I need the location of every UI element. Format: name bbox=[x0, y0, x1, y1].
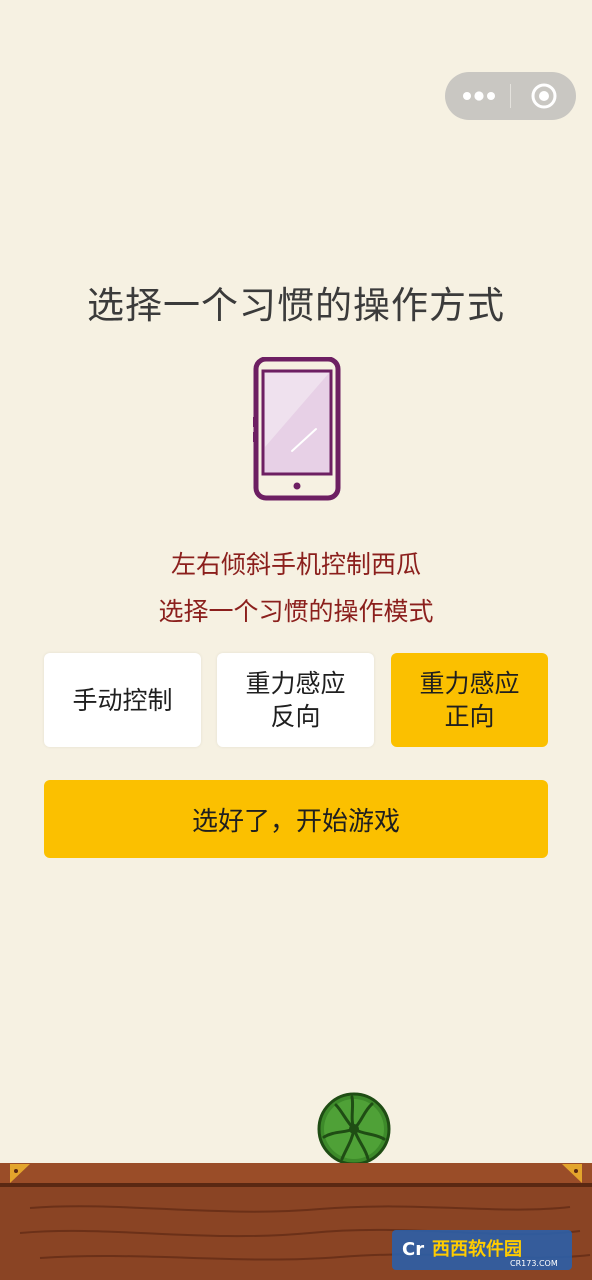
page-title: 选择一个习惯的操作方式 bbox=[87, 284, 505, 327]
phone-icon bbox=[253, 357, 341, 501]
svg-text:西西软件园: 西西软件园 bbox=[432, 1238, 522, 1260]
option-gravity-forward[interactable]: 重力感应 正向 bbox=[391, 653, 548, 747]
target-close-icon bbox=[531, 83, 557, 109]
start-game-button[interactable]: 选好了，开始游戏 bbox=[44, 780, 548, 858]
more-button[interactable] bbox=[445, 72, 510, 120]
option-label: 手动控制 bbox=[72, 685, 173, 715]
option-gravity-reverse[interactable]: 重力感应 反向 bbox=[217, 653, 374, 747]
watermelon-icon bbox=[317, 1092, 391, 1166]
hint-tilt: 左右倾斜手机控制西瓜 bbox=[170, 550, 421, 579]
option-label: 重力感应 反向 bbox=[245, 669, 346, 731]
close-button[interactable] bbox=[511, 72, 576, 120]
watermark-logo: Cr 西西软件园 CR173.COM bbox=[392, 1230, 572, 1270]
capsule-menu bbox=[445, 72, 576, 120]
svg-text:Cr: Cr bbox=[402, 1239, 424, 1260]
svg-text:CR173.COM: CR173.COM bbox=[510, 1259, 558, 1268]
option-label: 重力感应 正向 bbox=[419, 669, 520, 731]
option-manual[interactable]: 手动控制 bbox=[44, 653, 201, 747]
more-dots-icon bbox=[463, 91, 495, 101]
hint-choose: 选择一个习惯的操作模式 bbox=[158, 597, 434, 626]
